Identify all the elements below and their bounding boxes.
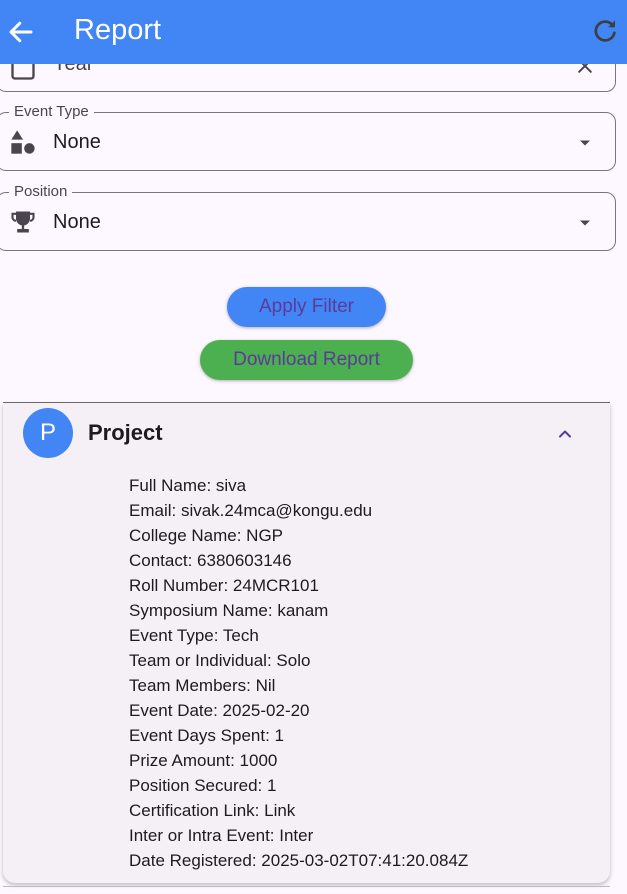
app-bar: Report [0, 0, 627, 64]
trophy-icon [11, 211, 35, 233]
refresh-icon[interactable] [590, 16, 620, 46]
dropdown-arrow-icon[interactable] [575, 213, 595, 233]
avatar: P [23, 408, 73, 458]
detail-college-name: College Name: NGP [129, 526, 284, 545]
detail-email: Email: sivak.24mca@kongu.edu [129, 501, 373, 520]
position-select[interactable]: Position None [0, 183, 616, 251]
detail-event-type: Event Type: Tech [129, 626, 259, 645]
category-shapes-icon [11, 130, 35, 154]
event-type-value: None [53, 131, 101, 153]
detail-event-date: Event Date: 2025-02-20 [129, 701, 310, 720]
position-value: None [53, 211, 101, 233]
detail-symposium-name: Symposium Name: kanam [129, 601, 329, 620]
report-scroll-area[interactable]: Year Event Type None Position None Apply… [0, 0, 627, 894]
detail-position-secured: Position Secured: 1 [129, 776, 277, 795]
list-bottom-divider [3, 886, 610, 887]
detail-event-days-spent: Event Days Spent: 1 [129, 726, 284, 745]
page-title: Report [74, 14, 162, 46]
report-card: P Project Full Name: siva Email: sivak.2… [3, 403, 610, 883]
detail-full-name: Full Name: siva [129, 476, 247, 495]
detail-contact: Contact: 6380603146 [129, 551, 292, 570]
download-report-button[interactable]: Download Report [200, 340, 413, 380]
detail-prize-amount: Prize Amount: 1000 [129, 751, 278, 770]
detail-inter-or-intra-event: Inter or Intra Event: Inter [129, 826, 314, 845]
arrow-left-icon[interactable] [6, 17, 36, 47]
detail-certification-link: Certification Link: Link [129, 801, 296, 820]
chevron-up-icon[interactable] [555, 424, 575, 444]
card-title: Project [88, 420, 163, 445]
detail-date-registered: Date Registered: 2025-03-02T07:41:20.084… [129, 851, 469, 870]
detail-roll-number: Roll Number: 24MCR101 [129, 576, 319, 595]
position-label: Position [9, 183, 73, 201]
event-type-label: Event Type [9, 103, 94, 121]
event-type-select[interactable]: Event Type None [0, 103, 616, 171]
detail-team-members: Team Members: Nil [129, 676, 276, 695]
detail-team-or-individual: Team or Individual: Solo [129, 651, 311, 670]
apply-filter-button[interactable]: Apply Filter [227, 287, 386, 327]
dropdown-arrow-icon[interactable] [575, 133, 595, 153]
